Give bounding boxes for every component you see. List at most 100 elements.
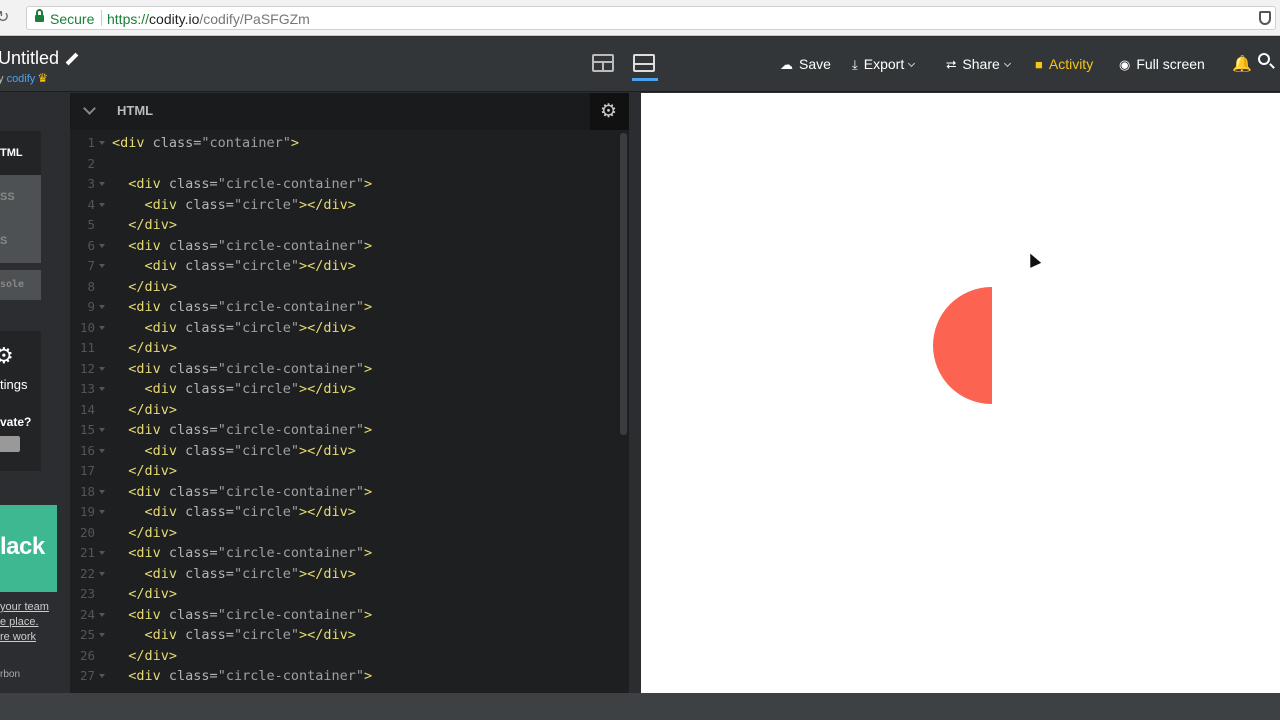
- url-box[interactable]: Secure https://codity.io/codify/PaSFGZm: [26, 6, 1276, 30]
- code-token-attr: class=: [185, 627, 234, 643]
- fold-arrow-icon[interactable]: [99, 325, 105, 330]
- code-line[interactable]: 25 <div class="circle"></div>: [70, 625, 618, 646]
- tab-js[interactable]: S: [0, 219, 41, 263]
- fold-arrow-icon[interactable]: [99, 305, 105, 309]
- code-line[interactable]: 5 </div>: [70, 215, 618, 236]
- code-token-end: >: [364, 360, 373, 377]
- code-line[interactable]: 20 </div>: [70, 523, 618, 544]
- share-button[interactable]: ⮂ Share: [946, 56, 1011, 73]
- mouse-cursor-icon: [1024, 251, 1042, 268]
- pencil-icon[interactable]: [65, 52, 79, 66]
- fullscreen-button[interactable]: ◉ Full screen: [1119, 56, 1205, 73]
- code-line[interactable]: 10 <div class="circle"></div>: [70, 318, 618, 339]
- extension-shield-icon[interactable]: [1259, 11, 1271, 25]
- code-token-str: "circle": [233, 258, 299, 274]
- brand-link[interactable]: codify: [7, 73, 36, 85]
- pane-splitter[interactable]: [629, 93, 641, 693]
- code-line[interactable]: 26 </div>: [70, 646, 618, 667]
- code-token-tag: <div: [112, 135, 153, 151]
- code-line[interactable]: 1 <div class="container">: [70, 133, 618, 154]
- layout-rows-button[interactable]: [633, 54, 655, 72]
- code-line[interactable]: 2: [70, 154, 618, 175]
- fold-arrow-icon[interactable]: [99, 182, 105, 186]
- fold-arrow-icon[interactable]: [99, 243, 105, 248]
- code-token-tag: </div>: [128, 647, 178, 664]
- code-line[interactable]: 11 </div>: [70, 338, 618, 359]
- code-line[interactable]: 7 <div class="circle"></div>: [70, 256, 618, 277]
- code-area[interactable]: 1 <div class="container"> 2 3 <div class="c…: [70, 133, 618, 693]
- export-button[interactable]: ⤓ Export: [852, 56, 916, 73]
- code-token-tag: </div>: [128, 278, 178, 295]
- code-line[interactable]: 21 <div class="circle-container">: [70, 543, 618, 564]
- gear-icon[interactable]: ⚙: [0, 343, 14, 369]
- code-line[interactable]: 14 </div>: [70, 400, 618, 421]
- code-token-end: ></div>: [298, 196, 356, 213]
- fold-arrow-icon[interactable]: [99, 612, 105, 617]
- activity-button[interactable]: ■ Activity: [1035, 56, 1093, 72]
- fold-arrow-icon[interactable]: [99, 264, 105, 268]
- project-title[interactable]: Untitled: [0, 48, 79, 69]
- fold-arrow-icon[interactable]: [99, 674, 105, 678]
- code-line[interactable]: 15 <div class="circle-container">: [70, 420, 618, 441]
- search-icon[interactable]: [1258, 53, 1270, 65]
- activity-label: Activity: [1048, 56, 1094, 72]
- code-line[interactable]: 4 <div class="circle"></div>: [70, 195, 618, 216]
- console-button[interactable]: sole: [0, 270, 41, 300]
- code-line[interactable]: 23 </div>: [70, 584, 618, 605]
- code-line[interactable]: 6 <div class="circle-container">: [70, 236, 618, 257]
- fold-arrow-icon[interactable]: [99, 366, 105, 371]
- code-token-end: >: [364, 237, 373, 254]
- code-line[interactable]: 8 </div>: [70, 277, 618, 298]
- chevron-down-icon: [908, 59, 916, 68]
- save-button[interactable]: ☁ Save: [780, 56, 831, 73]
- line-number: 27: [79, 668, 95, 683]
- ad-text[interactable]: your team e place. re work: [0, 600, 60, 645]
- settings-label[interactable]: tings: [0, 377, 27, 392]
- code-token-tag: <div: [128, 176, 169, 192]
- fold-arrow-icon[interactable]: [99, 202, 105, 207]
- fold-arrow-icon[interactable]: [99, 551, 105, 555]
- url-text[interactable]: https://codity.io/codify/PaSFGZm: [107, 11, 310, 27]
- fold-arrow-icon[interactable]: [99, 571, 105, 576]
- url-scheme: https://: [107, 11, 150, 27]
- code-line[interactable]: 24 <div class="circle-container">: [70, 605, 618, 626]
- private-toggle[interactable]: [0, 436, 20, 452]
- code-line[interactable]: 18 <div class="circle-container">: [70, 482, 618, 503]
- code-line[interactable]: 27 <div class="circle-container">: [70, 666, 618, 687]
- editor-settings-button[interactable]: ⚙: [590, 93, 629, 130]
- fold-arrow-icon[interactable]: [99, 510, 105, 514]
- code-token-tag: <div: [128, 299, 169, 315]
- code-token-indent: [112, 197, 145, 213]
- scrollbar-thumb[interactable]: [620, 133, 627, 435]
- ad-banner[interactable]: lack: [0, 505, 57, 592]
- preview-pane[interactable]: [641, 93, 1280, 693]
- code-line[interactable]: 3 <div class="circle-container">: [70, 174, 618, 195]
- code-line[interactable]: 12 <div class="circle-container">: [70, 359, 618, 380]
- private-label: vate?: [0, 415, 32, 429]
- fold-arrow-icon[interactable]: [99, 489, 105, 494]
- line-number: 20: [79, 524, 95, 540]
- chevron-down-icon[interactable]: [83, 102, 96, 115]
- code-line[interactable]: 9 <div class="circle-container">: [70, 297, 618, 318]
- layout-columns-button[interactable]: [592, 54, 614, 72]
- code-line[interactable]: 16 <div class="circle"></div>: [70, 441, 618, 462]
- tab-css[interactable]: SS: [0, 175, 41, 219]
- fold-arrow-icon[interactable]: [99, 633, 105, 637]
- reload-icon[interactable]: ↻: [0, 9, 14, 27]
- code-token-indent: [112, 668, 128, 684]
- code-line[interactable]: 19 <div class="circle"></div>: [70, 502, 618, 523]
- fold-arrow-icon[interactable]: [99, 141, 105, 145]
- line-number: 26: [79, 647, 95, 663]
- fullscreen-label: Full screen: [1136, 56, 1205, 72]
- ad-attribution[interactable]: rbon: [0, 669, 20, 680]
- line-number: 8: [87, 278, 95, 294]
- tab-html[interactable]: TML: [0, 131, 41, 175]
- fold-arrow-icon[interactable]: [99, 428, 105, 432]
- line-number: 23: [79, 586, 95, 601]
- code-line[interactable]: 17 </div>: [70, 461, 618, 482]
- fold-arrow-icon[interactable]: [99, 448, 105, 453]
- fold-arrow-icon[interactable]: [99, 387, 105, 391]
- code-line[interactable]: 22 <div class="circle"></div>: [70, 564, 618, 585]
- bell-icon[interactable]: 🔔: [1232, 54, 1252, 74]
- code-line[interactable]: 13 <div class="circle"></div>: [70, 379, 618, 400]
